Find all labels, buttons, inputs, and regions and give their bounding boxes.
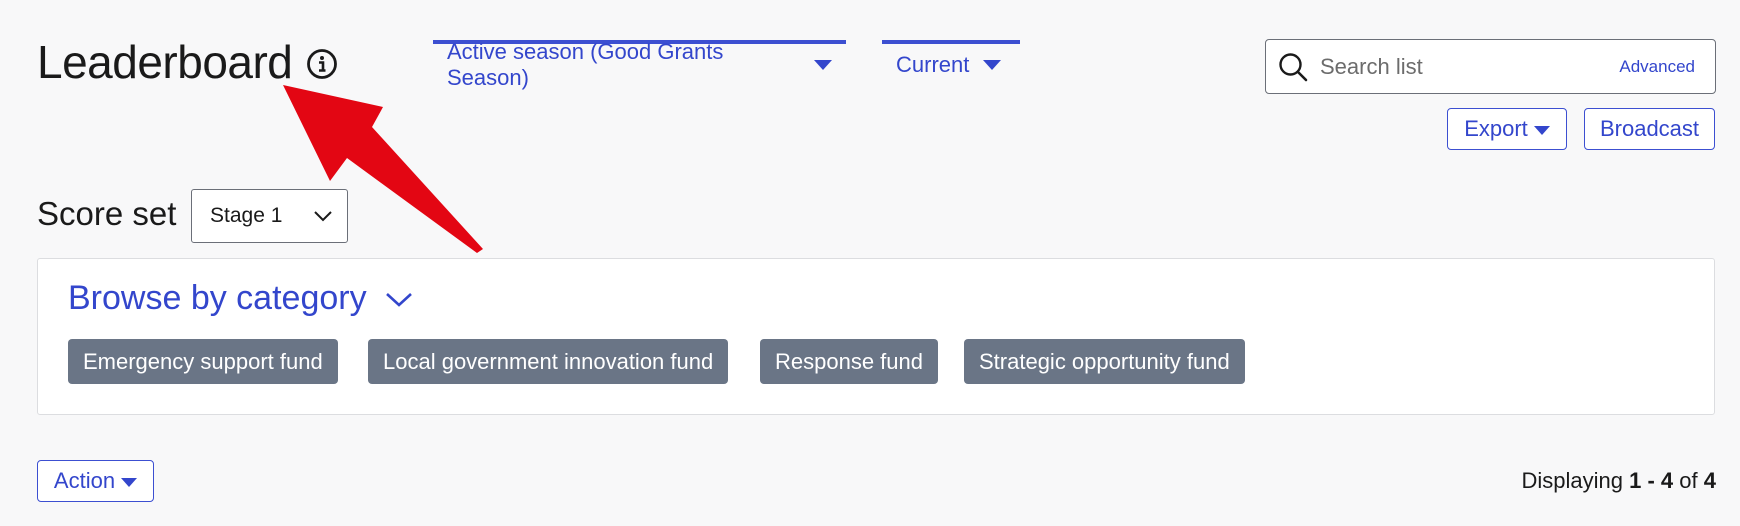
search-input[interactable] — [1318, 45, 1620, 88]
score-set-selected: Stage 1 — [210, 204, 283, 227]
search-box[interactable]: Advanced — [1265, 39, 1716, 94]
chevron-down-icon — [814, 60, 832, 70]
search-icon — [1279, 52, 1308, 81]
info-circle-icon[interactable] — [305, 47, 339, 81]
season-filter-label: Active season (Good Grants Season) — [447, 39, 724, 90]
season-filter-dropdown[interactable]: Active season (Good Grants Season) — [433, 39, 846, 90]
pagination-summary: Displaying 1 - 4 of 4 — [1521, 468, 1716, 494]
chevron-down-icon — [314, 211, 332, 222]
browse-title: Browse by category — [68, 279, 367, 317]
action-button[interactable]: Action — [37, 460, 154, 502]
status-filter-dropdown[interactable]: Current — [882, 40, 1020, 86]
broadcast-button[interactable]: Broadcast — [1584, 108, 1715, 150]
category-tag[interactable]: Emergency support fund — [68, 339, 338, 384]
export-label: Export — [1464, 116, 1528, 141]
score-set-label: Score set — [37, 195, 177, 232]
action-label: Action — [53, 468, 116, 493]
displaying-range: 1 - 4 — [1629, 468, 1674, 493]
export-button[interactable]: Export — [1447, 108, 1567, 150]
page-title: Leaderboard — [37, 36, 293, 88]
caret-down-icon — [1533, 125, 1550, 135]
category-tag[interactable]: Local government innovation fund — [368, 339, 729, 384]
category-tag[interactable]: Strategic opportunity fund — [964, 339, 1245, 384]
displaying-prefix: Displaying — [1521, 468, 1623, 493]
status-filter-label: Current — [896, 52, 970, 77]
category-tag[interactable]: Response fund — [760, 339, 938, 384]
score-set-select[interactable]: Stage 1 — [191, 189, 348, 243]
browse-by-category-toggle[interactable]: Browse by category — [68, 279, 413, 318]
browse-by-category-panel: Browse by category Emergency support fun… — [37, 258, 1715, 415]
displaying-total: 4 — [1703, 468, 1716, 493]
broadcast-label: Broadcast — [1599, 116, 1700, 141]
caret-down-icon — [121, 477, 138, 487]
advanced-search-link[interactable]: Advanced — [1619, 57, 1695, 77]
chevron-down-icon — [983, 60, 1002, 70]
displaying-of: of — [1679, 468, 1698, 493]
chevron-down-icon — [385, 292, 412, 307]
